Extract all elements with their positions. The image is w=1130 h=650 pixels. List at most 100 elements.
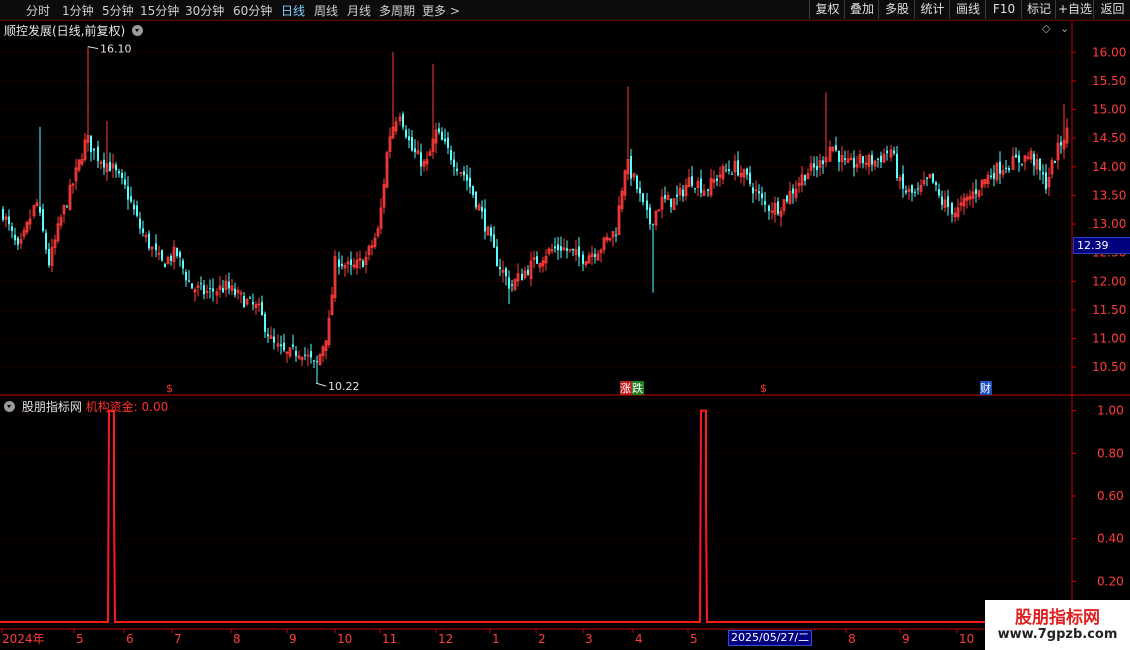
- candle-body: [273, 336, 275, 343]
- time-tick-label: 4: [635, 632, 643, 646]
- time-tick-label: 12: [438, 632, 453, 646]
- candle-body: [999, 161, 1001, 174]
- candle-body: [554, 246, 556, 249]
- candle-body: [121, 172, 123, 178]
- candle-body: [731, 173, 733, 175]
- candle-body: [252, 301, 254, 305]
- candle-body: [362, 260, 364, 268]
- candle-body: [161, 249, 163, 261]
- candle-body: [926, 177, 928, 179]
- candle-body: [716, 178, 718, 181]
- candle-body: [636, 175, 638, 190]
- candle-body: [444, 138, 446, 142]
- time-tick-label: 2024年: [2, 632, 45, 646]
- chart-canvas[interactable]: 16.0015.5015.0014.5014.0013.5013.0012.50…: [0, 0, 1130, 650]
- candle-body: [411, 137, 413, 151]
- candle-body: [484, 208, 486, 232]
- candle-body: [1018, 155, 1020, 163]
- candle-body: [844, 158, 846, 160]
- candle-body: [17, 237, 19, 245]
- candle-body: [304, 354, 306, 356]
- candle-body: [212, 288, 214, 292]
- candle-body: [267, 334, 269, 337]
- candle-body: [295, 350, 297, 357]
- candle-body: [148, 233, 150, 249]
- candle-body: [447, 137, 449, 148]
- candle-body: [646, 200, 648, 210]
- candle-body: [475, 192, 477, 208]
- candle-body: [639, 187, 641, 194]
- candle-body: [1042, 172, 1044, 175]
- candle-body: [521, 273, 523, 281]
- candle-body: [170, 255, 172, 261]
- candle-body: [2, 208, 4, 220]
- low-label: 10.22: [328, 380, 360, 393]
- price-tick-label: 16.00: [1092, 45, 1126, 59]
- price-tick-label: 14.50: [1092, 131, 1126, 145]
- high-marker: [87, 46, 99, 50]
- candle-body: [127, 186, 129, 200]
- candle-body: [338, 259, 340, 267]
- candle-body: [700, 178, 702, 193]
- candle-body: [463, 171, 465, 176]
- cursor-date-tag: 2025/05/27/二: [728, 630, 813, 646]
- candle-body: [39, 206, 41, 213]
- event-marker: 财: [980, 381, 991, 395]
- candle-body: [8, 216, 10, 225]
- candle-body: [200, 283, 202, 285]
- price-tick-label: 11.50: [1092, 303, 1126, 317]
- candle-body: [990, 175, 992, 178]
- candle-body: [853, 158, 855, 168]
- candle-body: [682, 189, 684, 197]
- candle-body: [164, 263, 166, 268]
- candle-body: [728, 169, 730, 171]
- candle-body: [142, 228, 144, 233]
- candle-body: [14, 234, 16, 241]
- candle-body: [527, 269, 529, 275]
- candle-body: [118, 171, 120, 174]
- candle-body: [938, 189, 940, 196]
- time-tick-label: 8: [848, 632, 856, 646]
- candle-body: [453, 159, 455, 168]
- candle-body: [45, 232, 47, 250]
- candle-body: [822, 160, 824, 165]
- time-tick-label: 10: [959, 632, 974, 646]
- chevron-down-icon[interactable]: [4, 401, 15, 412]
- candle-body: [691, 176, 693, 186]
- price-tick-label: 13.00: [1092, 217, 1126, 231]
- candle-body: [249, 297, 251, 299]
- candle-body: [877, 158, 879, 160]
- candle-body: [182, 260, 184, 269]
- candle-body: [341, 263, 343, 267]
- indicator-tick-label: 0.40: [1097, 532, 1124, 546]
- candle-body: [1015, 154, 1017, 158]
- candle-body: [136, 205, 138, 216]
- candle-body: [615, 234, 617, 236]
- candle-body: [420, 152, 422, 167]
- time-tick-label: 9: [902, 632, 910, 646]
- candle-body: [932, 173, 934, 183]
- candle-body: [905, 190, 907, 193]
- candle-body: [880, 155, 882, 163]
- candle-body: [813, 163, 815, 168]
- indicator-tick-label: 0.20: [1097, 574, 1124, 588]
- time-tick-label: 11: [382, 632, 397, 646]
- candle-body: [469, 177, 471, 188]
- low-marker: [315, 382, 327, 387]
- candle-body: [90, 135, 92, 153]
- watermark-url: www.7gpzb.com: [997, 627, 1118, 642]
- candle-body: [466, 174, 468, 181]
- candle-body: [777, 201, 779, 214]
- candle-body: [310, 351, 312, 358]
- candle-body: [578, 246, 580, 257]
- time-tick-label: 7: [174, 632, 182, 646]
- candle-body: [191, 283, 193, 289]
- candle-body: [993, 173, 995, 180]
- candle-body: [11, 226, 13, 231]
- time-tick-label: 3: [585, 632, 593, 646]
- price-tick-label: 13.50: [1092, 188, 1126, 202]
- price-tick-label: 15.50: [1092, 74, 1126, 88]
- candle-body: [450, 149, 452, 161]
- candle-body: [1005, 167, 1007, 169]
- candle-body: [560, 246, 562, 251]
